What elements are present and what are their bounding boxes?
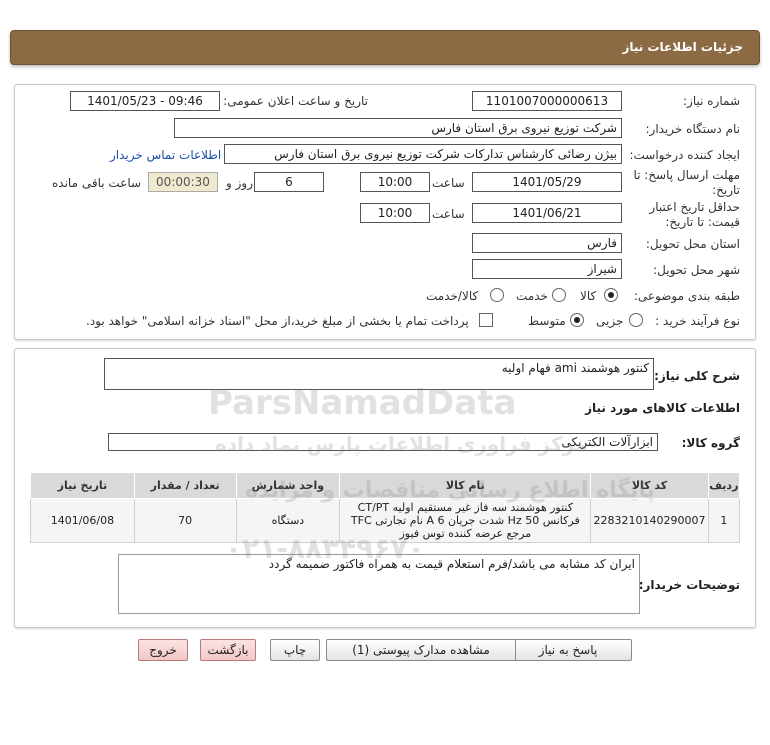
process-medium-radio[interactable] — [570, 313, 584, 327]
validity-label-2: قیمت: تا تاریخ: — [665, 215, 740, 229]
buyer-notes-field: ایران کد مشابه می باشد/فرم استعلام قیمت … — [118, 554, 640, 614]
remaining-timer: 00:00:30 — [148, 172, 218, 192]
need-number-label: شماره نیاز: — [683, 94, 740, 108]
category-service-label: خدمت — [516, 289, 548, 303]
goods-group-label: گروه کالا: — [681, 436, 740, 450]
deadline-label: مهلت ارسال پاسخ: تا — [633, 168, 740, 182]
print-button[interactable]: چاپ — [270, 639, 320, 661]
cell-code: 2283210140290007 — [590, 498, 709, 543]
exit-button[interactable]: خروج — [138, 639, 188, 661]
creator-label: ایجاد کننده درخواست: — [629, 148, 740, 162]
treasury-payment-checkbox[interactable] — [479, 313, 493, 327]
remaining-label: ساعت باقی مانده — [52, 176, 142, 190]
col-qty: تعداد / مقدار — [133, 472, 237, 499]
deadline-date-field: 1401/05/29 — [472, 172, 622, 192]
treasury-payment-note: پرداخت تمام یا بخشی از مبلغ خرید،از محل … — [86, 314, 469, 328]
category-goods-radio[interactable] — [604, 288, 618, 302]
category-goods-service-radio[interactable] — [490, 288, 504, 302]
deadline-time-field: 10:00 — [360, 172, 430, 192]
validity-date-field: 1401/06/21 — [472, 203, 622, 223]
category-label: طبقه بندی موضوعی: — [633, 289, 740, 303]
announce-label: تاریخ و ساعت اعلان عمومی: — [223, 94, 368, 108]
cell-name: کنتور هوشمند سه فاز غیر مستقیم اولیه CT/… — [339, 498, 592, 543]
goods-table: ردیف کد کالا نام کالا واحد شمارش تعداد /… — [30, 472, 741, 543]
province-field: فارس — [472, 233, 622, 253]
col-date: تاریخ نیاز — [30, 472, 135, 499]
buyer-field: شرکت توزیع نیروی برق استان فارس — [174, 118, 622, 138]
cell-qty: 70 — [133, 498, 237, 543]
table-row: 1 2283210140290007 کنتور هوشمند سه فاز غ… — [30, 498, 741, 543]
attachments-button[interactable]: مشاهده مدارک پیوستی (1) — [326, 639, 516, 661]
announce-field: 1401/05/23 - 09:46 — [70, 91, 220, 111]
category-goods-label: کالا — [580, 289, 597, 303]
col-name: نام کالا — [339, 472, 592, 499]
deadline-label-2: تاریخ: — [712, 183, 740, 197]
validity-time-field: 10:00 — [360, 203, 430, 223]
col-code: کد کالا — [590, 472, 709, 499]
goods-section-title: اطلاعات کالاهای مورد نیاز — [585, 401, 740, 415]
buyer-label: نام دستگاه خریدار: — [645, 122, 741, 136]
summary-field: کنتور هوشمند ami فهام اولیه — [104, 358, 654, 390]
summary-label: شرح کلی نیاز: — [654, 369, 740, 383]
buyer-notes-label: توضیحات خریدار: — [638, 578, 740, 592]
reply-button[interactable]: پاسخ به نیاز — [504, 639, 632, 661]
back-button[interactable]: بازگشت — [200, 639, 256, 661]
validity-label: حداقل تاریخ اعتبار — [649, 200, 740, 214]
process-minor-radio[interactable] — [629, 313, 643, 327]
days-field: 6 — [254, 172, 324, 192]
city-field: شیراز — [472, 259, 622, 279]
validity-time-label: ساعت — [432, 207, 465, 221]
deadline-time-label: ساعت — [432, 176, 465, 190]
cell-row: 1 — [707, 498, 741, 543]
category-service-radio[interactable] — [552, 288, 566, 302]
process-medium-label: متوسط — [528, 314, 566, 328]
cell-date: 1401/06/08 — [30, 498, 135, 543]
creator-field: بیژن رضائی کارشناس تدارکات شرکت توزیع نی… — [224, 144, 622, 164]
col-row: ردیف — [707, 472, 741, 499]
process-minor-label: جزیی — [596, 314, 624, 328]
cell-unit: دستگاه — [235, 498, 341, 543]
need-number-field: 1101007000000613 — [472, 91, 622, 111]
category-goods-service-label: کالا/خدمت — [426, 289, 479, 303]
city-label: شهر محل تحویل: — [653, 263, 740, 277]
page-title: جزئیات اطلاعات نیاز — [622, 40, 743, 54]
buyer-contact-link[interactable]: اطلاعات تماس خریدار — [110, 148, 221, 162]
days-label: روز و — [226, 176, 253, 190]
page-header: جزئیات اطلاعات نیاز — [10, 30, 760, 65]
province-label: استان محل تحویل: — [645, 237, 740, 251]
process-label: نوع فرآیند خرید : — [655, 314, 740, 328]
col-unit: واحد شمارش — [235, 472, 341, 499]
goods-group-field: ابزارآلات الکتریکی — [108, 433, 658, 451]
